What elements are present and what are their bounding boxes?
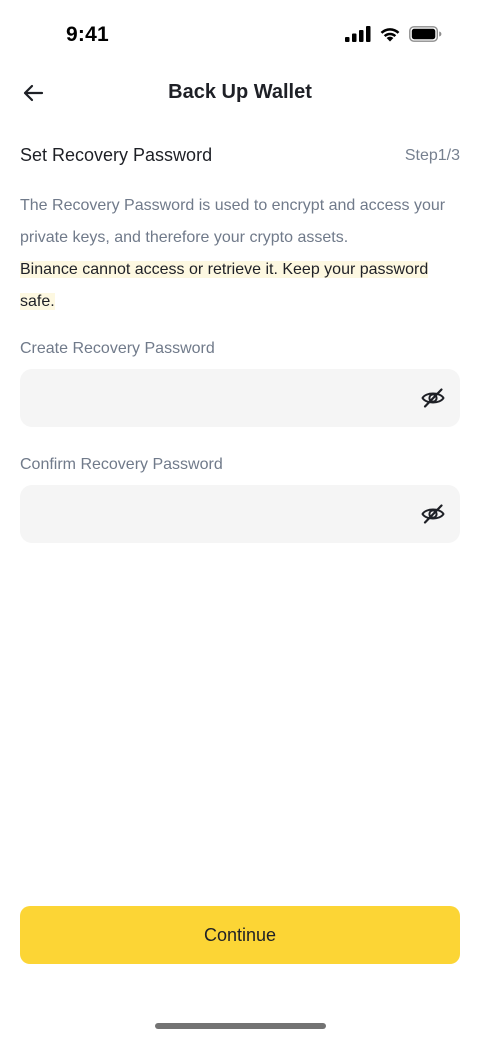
create-password-label: Create Recovery Password xyxy=(20,340,215,357)
nav-bar: Back Up Wallet xyxy=(0,72,480,114)
section-header: Set Recovery Password Step1/3 xyxy=(20,145,460,169)
battery-icon xyxy=(409,26,442,42)
continue-button[interactable]: Continue xyxy=(20,906,460,964)
cellular-signal-icon xyxy=(345,26,371,42)
description: The Recovery Password is used to encrypt… xyxy=(20,190,460,318)
status-bar: 9:41 xyxy=(0,0,480,72)
description-warning: Binance cannot access or retrieve it. Ke… xyxy=(20,254,460,318)
status-time: 9:41 xyxy=(66,23,109,46)
confirm-password-input[interactable] xyxy=(36,485,416,543)
wifi-icon xyxy=(380,28,400,42)
confirm-password-visibility-toggle[interactable] xyxy=(420,501,446,527)
warning-text: Binance cannot access or retrieve it. Ke… xyxy=(20,261,429,310)
eye-slash-icon xyxy=(421,388,445,408)
create-password-input[interactable] xyxy=(36,369,416,427)
create-password-visibility-toggle[interactable] xyxy=(420,385,446,411)
confirm-password-field[interactable] xyxy=(20,485,460,543)
confirm-password-label: Confirm Recovery Password xyxy=(20,456,223,473)
home-indicator xyxy=(155,1023,326,1029)
step-indicator: Step1/3 xyxy=(404,147,460,164)
status-icons xyxy=(345,26,442,42)
eye-slash-icon xyxy=(421,504,445,524)
page-title: Back Up Wallet xyxy=(168,81,312,103)
section-title: Set Recovery Password xyxy=(20,145,213,165)
create-password-field[interactable] xyxy=(20,369,460,427)
description-info: The Recovery Password is used to encrypt… xyxy=(20,197,446,246)
